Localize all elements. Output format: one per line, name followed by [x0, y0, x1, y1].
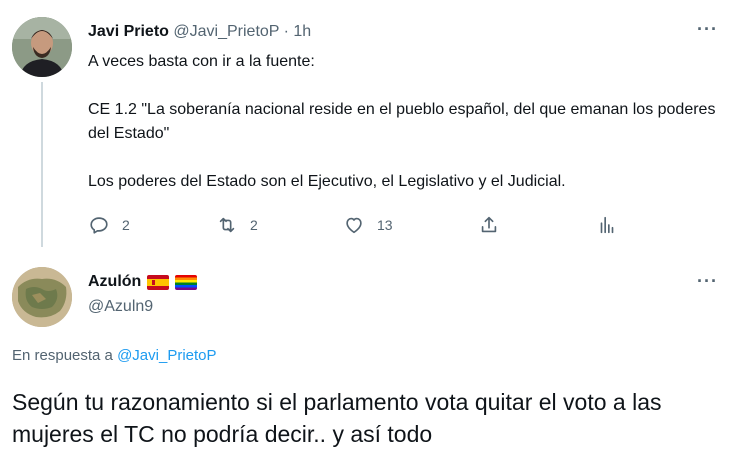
tweet-paragraph: CE 1.2 "La soberanía nacional reside en … — [88, 101, 716, 142]
author-handle[interactable]: @Azuln9 — [88, 298, 153, 316]
more-options-icon[interactable]: ··· — [697, 20, 719, 38]
tweet-paragraph: A veces basta con ir a la fuente: — [88, 53, 315, 70]
author-handle[interactable]: @Javi_PrietoP — [173, 23, 279, 40]
tweet-paragraph: Los poderes del Estado son el Ejecutivo,… — [88, 173, 566, 190]
analytics-button[interactable] — [596, 212, 618, 238]
heart-icon — [346, 217, 362, 234]
tweet-text: Según tu razonamiento si el parlamento v… — [12, 389, 662, 447]
tweet-actions: 2 2 13 — [88, 212, 728, 238]
retweet-count: 2 — [250, 217, 258, 233]
thread-line — [41, 82, 43, 247]
avatar[interactable] — [12, 17, 72, 77]
like-count: 13 — [377, 217, 393, 233]
retweet-icon — [219, 217, 235, 233]
share-button[interactable] — [478, 212, 500, 238]
author-name[interactable]: Javi Prieto — [88, 23, 169, 40]
timestamp[interactable]: 1h — [293, 23, 311, 40]
avatar[interactable] — [12, 267, 72, 327]
avatar-photo-icon — [12, 17, 72, 77]
tweet-header: Azulón — [88, 272, 198, 292]
tweet-reply[interactable]: Azulón @Azuln9 ··· En respuesta a @Javi_… — [0, 250, 746, 475]
reply-handle-link[interactable]: @Javi_PrietoP — [117, 347, 216, 364]
map-avatar-icon — [12, 267, 72, 327]
reply-context: En respuesta a @Javi_PrietoP — [12, 347, 217, 364]
reply-button[interactable]: 2 — [88, 212, 130, 238]
share-icon — [481, 216, 497, 233]
reply-count: 2 — [122, 217, 130, 233]
tweet-text: A veces basta con ir a la fuente: CE 1.2… — [88, 50, 728, 194]
like-button[interactable]: 13 — [343, 212, 393, 238]
tweet-parent[interactable]: Javi Prieto @Javi_PrietoP · 1h ··· A vec… — [0, 0, 746, 250]
reply-icon — [90, 217, 108, 234]
spain-flag-icon — [147, 274, 170, 290]
tweet-header: Javi Prieto @Javi_PrietoP · 1h — [88, 22, 311, 42]
retweet-button[interactable]: 2 — [216, 212, 258, 238]
rainbow-flag-icon — [175, 274, 198, 290]
analytics-icon — [600, 216, 614, 234]
reply-prefix: En respuesta a — [12, 347, 113, 364]
separator: · — [283, 23, 289, 40]
more-options-icon[interactable]: ··· — [697, 272, 719, 290]
author-name[interactable]: Azulón — [88, 272, 141, 292]
